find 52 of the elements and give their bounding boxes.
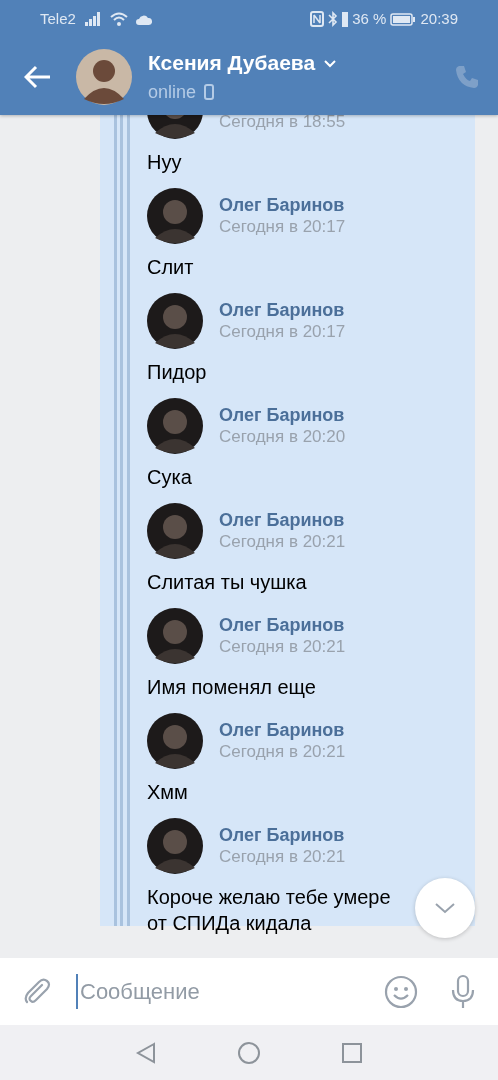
avatar-icon[interactable] [147, 293, 203, 349]
cloud-icon [135, 13, 152, 25]
clock-time: 20:39 [420, 8, 458, 29]
message-time: Сегодня в 20:21 [219, 531, 346, 553]
author-name[interactable]: Олег Баринов [219, 614, 346, 636]
nav-home-button[interactable] [237, 1040, 261, 1065]
chevron-down-icon[interactable] [434, 902, 456, 914]
message-text: Пидор [147, 360, 207, 385]
battery-icon [390, 12, 417, 26]
avatar-icon[interactable] [147, 608, 203, 664]
message-input[interactable]: Сообщение [76, 974, 368, 1009]
battery-percent: 36 % [352, 8, 387, 29]
message-time: Сегодня в 20:17 [219, 321, 346, 343]
message-text: Хмм [147, 780, 188, 805]
avatar-icon[interactable] [147, 398, 203, 454]
avatar-icon[interactable] [147, 818, 203, 874]
nav-recents-button[interactable] [341, 1041, 363, 1064]
author-name[interactable]: Олег Баринов [219, 194, 346, 216]
emoji-button[interactable] [384, 974, 418, 1009]
back-button[interactable] [24, 64, 52, 89]
message-text: Сука [147, 465, 192, 490]
avatar-icon[interactable] [147, 713, 203, 769]
author-name[interactable]: Олег Баринов [219, 719, 346, 741]
microphone-button[interactable] [450, 973, 476, 1010]
author-name[interactable]: Олег Баринов [219, 824, 346, 846]
avatar-icon[interactable] [147, 503, 203, 559]
carrier-name: Tele2 [40, 8, 76, 29]
message-text: Слит [147, 255, 194, 280]
nav-back-button[interactable] [135, 1041, 157, 1064]
author-name[interactable]: Олег Баринов [219, 299, 346, 321]
message-time: Сегодня в 20:21 [219, 741, 346, 763]
author-name[interactable]: Олег Баринов [219, 404, 346, 426]
message-time: Сегодня в 20:20 [219, 426, 346, 448]
contact-name[interactable]: Ксения Дубаева [148, 47, 316, 79]
message-time: Сегодня в 20:21 [219, 846, 346, 868]
message-text: Имя поменял еще [147, 675, 316, 700]
battery-level-icon [342, 11, 349, 27]
bluetooth-icon [328, 11, 339, 27]
signal-icon [83, 12, 102, 26]
wifi-icon [109, 12, 128, 26]
message-time: Сегодня в 18:55 [219, 115, 346, 133]
message-text: Нуу [147, 150, 182, 175]
author-name[interactable]: Олег Баринов [219, 509, 346, 531]
nfc-icon [310, 11, 325, 27]
message-composer[interactable]: Сообщение [0, 958, 498, 1025]
message-time: Сегодня в 20:17 [219, 216, 346, 238]
phone-device-icon [204, 84, 215, 101]
avatar-icon[interactable] [147, 188, 203, 244]
message-time: Сегодня в 20:21 [219, 636, 346, 658]
online-status: online [148, 80, 197, 104]
message-text: Короче желаю тебе умере от СПИДа кидала [147, 885, 391, 936]
message-text: Слитая ты чушка [147, 570, 307, 595]
